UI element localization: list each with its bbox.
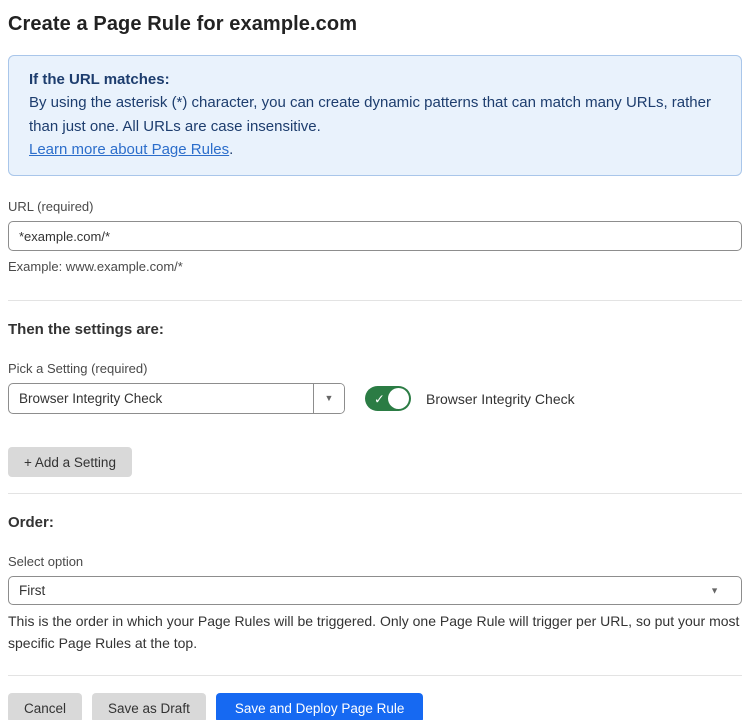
divider [8, 300, 742, 301]
order-section-heading: Order: [8, 514, 742, 531]
order-select[interactable]: First ▼ [8, 576, 742, 605]
info-box-link-line: Learn more about Page Rules. [29, 138, 721, 161]
url-field-label: URL (required) [8, 199, 742, 214]
save-and-deploy-button[interactable]: Save and Deploy Page Rule [216, 693, 424, 720]
order-select-value: First [19, 583, 45, 598]
divider [8, 493, 742, 494]
setting-row: Browser Integrity Check ▼ ✓ Browser Inte… [8, 383, 742, 414]
url-example-text: Example: www.example.com/* [8, 259, 742, 274]
divider [8, 675, 742, 676]
order-select-label: Select option [8, 554, 742, 569]
link-suffix: . [229, 141, 233, 158]
page-title: Create a Page Rule for example.com [8, 13, 742, 36]
setting-picker-value: Browser Integrity Check [9, 384, 313, 413]
setting-toggle-label: Browser Integrity Check [426, 391, 575, 407]
setting-picker-arrow-button[interactable]: ▼ [313, 384, 344, 413]
cancel-button[interactable]: Cancel [8, 693, 82, 720]
setting-toggle[interactable]: ✓ [365, 386, 411, 411]
add-setting-button[interactable]: + Add a Setting [8, 447, 132, 477]
order-help-text: This is the order in which your Page Rul… [8, 611, 742, 654]
setting-picker-label: Pick a Setting (required) [8, 361, 742, 376]
check-icon: ✓ [374, 392, 385, 405]
setting-picker-dropdown[interactable]: Browser Integrity Check ▼ [8, 383, 345, 414]
learn-more-link[interactable]: Learn more about Page Rules [29, 141, 229, 158]
toggle-knob [388, 388, 409, 409]
info-box-body: By using the asterisk (*) character, you… [29, 91, 721, 138]
chevron-down-icon: ▼ [325, 394, 334, 403]
save-as-draft-button[interactable]: Save as Draft [92, 693, 206, 720]
info-box-heading: If the URL matches: [29, 68, 721, 91]
settings-section-heading: Then the settings are: [8, 321, 742, 338]
page-rule-form: Create a Page Rule for example.com If th… [0, 13, 750, 720]
footer-actions: Cancel Save as Draft Save and Deploy Pag… [8, 693, 742, 720]
url-input[interactable] [8, 221, 742, 251]
url-match-info-box: If the URL matches: By using the asteris… [8, 55, 742, 176]
chevron-down-icon: ▼ [710, 586, 719, 595]
